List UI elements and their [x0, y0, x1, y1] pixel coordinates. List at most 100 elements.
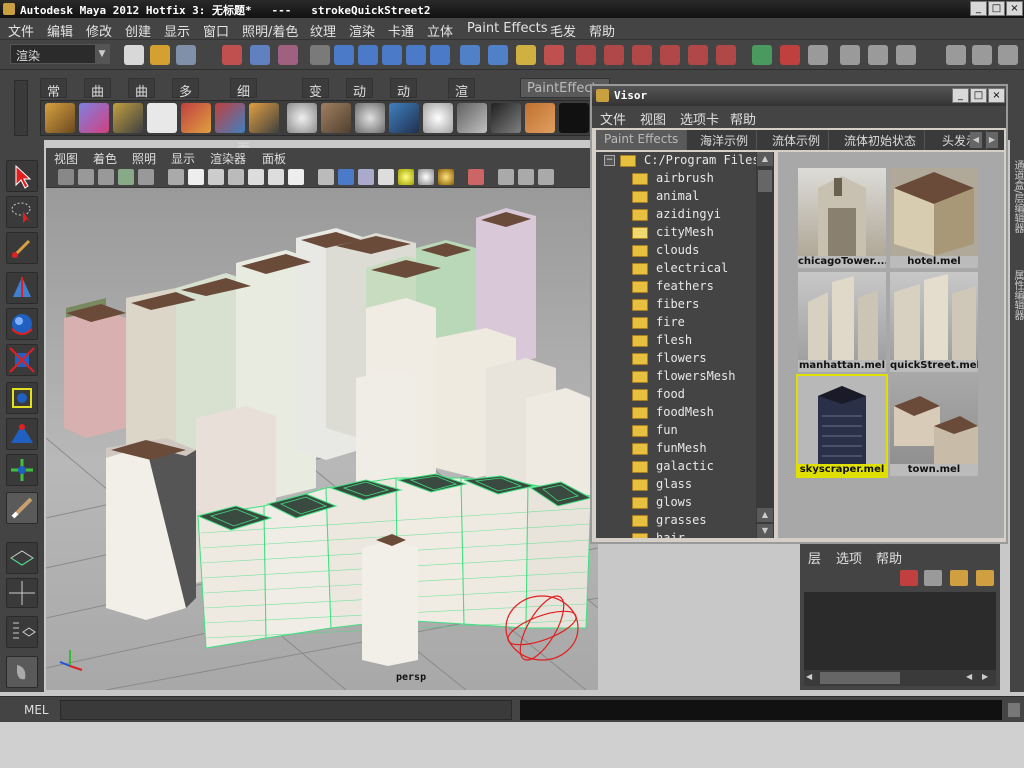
select-hierarchy-icon[interactable] [222, 45, 242, 65]
default-light-icon[interactable] [398, 169, 414, 185]
scale-tool-icon[interactable] [6, 344, 38, 376]
shelf-tab-rendering[interactable]: 渲染 [448, 78, 476, 119]
rotate-tool-icon[interactable] [6, 308, 38, 340]
thumbnail-town[interactable]: town.mel [890, 376, 978, 476]
render-view-icon[interactable] [660, 45, 680, 65]
curve-brush-icon[interactable] [181, 103, 211, 133]
folder-item[interactable]: grasses [596, 512, 756, 530]
visor-menu-help[interactable]: 帮助 [730, 109, 756, 128]
folder-item[interactable]: clouds [596, 242, 756, 260]
minimize-icon[interactable]: _ [952, 88, 969, 103]
paint-select-tool-icon[interactable] [6, 232, 38, 264]
new-layer-icon[interactable] [900, 570, 918, 586]
mask-icon[interactable] [310, 45, 330, 65]
soft-mod-tool-icon[interactable] [6, 418, 38, 450]
shelf-tab-general[interactable]: 常规 [40, 78, 68, 119]
menu-render[interactable]: 渲染 [349, 21, 375, 40]
move-layer-up-icon[interactable] [950, 570, 968, 586]
menu-display[interactable]: 显示 [164, 21, 190, 40]
thumbnail-skyscraper[interactable]: skyscraper.mel [796, 374, 888, 478]
scroll-up-icon[interactable]: ▲ [757, 508, 773, 522]
perspective-viewport[interactable]: persp [46, 188, 598, 690]
command-language-label[interactable]: MEL [24, 703, 49, 717]
folder-item[interactable]: fibers [596, 296, 756, 314]
scroll-left-icon[interactable]: ◀ [966, 672, 978, 684]
layer-horizontal-scrollbar[interactable]: ◀ ◀ ▶ [804, 670, 996, 686]
isolate-select-icon[interactable] [468, 169, 484, 185]
tree-scrollbar[interactable]: ▲ ▲ ▼ [756, 152, 774, 538]
input-line-icon[interactable] [752, 45, 772, 65]
image-plane-icon[interactable] [118, 169, 134, 185]
bookmarks-icon[interactable] [98, 169, 114, 185]
safe-action-icon[interactable] [268, 169, 284, 185]
last-tool-brush-icon[interactable] [6, 492, 38, 524]
folder-item[interactable]: hair [596, 530, 756, 538]
curve-brush-3-icon[interactable] [249, 103, 279, 133]
snap-view-plane-icon[interactable] [406, 45, 426, 65]
ipr-render-icon[interactable] [576, 45, 596, 65]
menu-create[interactable]: 创建 [125, 21, 151, 40]
folder-item[interactable]: funMesh [596, 440, 756, 458]
tab-channel-box[interactable]: 通道盒/层编辑器 [1010, 160, 1024, 233]
all-lights-icon[interactable] [418, 169, 434, 185]
visor-tab-fluid-examples[interactable]: 流体示例 [764, 130, 830, 150]
viewport-menu-panels[interactable]: 面板 [262, 150, 286, 167]
history-icon[interactable] [460, 45, 480, 65]
layer-menu-layers[interactable]: 层 [808, 548, 821, 567]
command-input[interactable] [60, 700, 512, 720]
menu-modify[interactable]: 修改 [86, 21, 112, 40]
viewport-menu-view[interactable]: 视图 [54, 150, 78, 167]
select-component-icon[interactable] [278, 45, 298, 65]
resolution-gate-icon[interactable] [208, 169, 224, 185]
shelf-tab-curves[interactable]: 曲线 [84, 78, 112, 119]
teapot-icon[interactable] [287, 103, 317, 133]
select-tool-icon[interactable] [6, 160, 38, 192]
thumbnail-hotel[interactable]: hotel.mel [890, 168, 978, 268]
visor-tab-fluid-initial-states[interactable]: 流体初始状态 [836, 130, 926, 150]
folder-item[interactable]: animal [596, 188, 756, 206]
panel-layout-icon[interactable] [998, 45, 1018, 65]
pattern-icon[interactable] [559, 103, 589, 133]
sidebar-toggle-icon[interactable] [780, 45, 800, 65]
smooth-shade-icon[interactable] [338, 169, 354, 185]
viewport-menu-renderer[interactable]: 渲染器 [210, 150, 246, 167]
shadows-icon[interactable] [438, 169, 454, 185]
layer-menu-options[interactable]: 选项 [836, 548, 862, 567]
visor-menu-view[interactable]: 视图 [640, 109, 666, 128]
folder-item[interactable]: flowers [596, 350, 756, 368]
folder-item[interactable]: airbrush [596, 170, 756, 188]
script-editor-icon[interactable] [1008, 703, 1020, 717]
snap-live-icon[interactable] [430, 45, 450, 65]
lasso-tool-icon[interactable] [6, 196, 38, 228]
move-layer-down-icon[interactable] [976, 570, 994, 586]
pebbles-icon[interactable] [355, 103, 385, 133]
field-chart-icon[interactable] [248, 169, 264, 185]
help-line-icon[interactable] [516, 45, 536, 65]
shelf-menu-icon[interactable] [14, 80, 28, 136]
layer-menu-help[interactable]: 帮助 [876, 548, 902, 567]
visor-title-bar[interactable]: Visor _ □ × [592, 86, 1006, 106]
open-scene-icon[interactable] [150, 45, 170, 65]
move-tool-icon[interactable] [6, 272, 38, 304]
visor-menu-tabs[interactable]: 选项卡 [680, 109, 719, 128]
folder-item[interactable]: fire [596, 314, 756, 332]
thumbnail-manhattan[interactable]: manhattan.mel [798, 272, 886, 372]
single-perspective-layout-icon[interactable] [6, 542, 38, 574]
scroll-right-icon[interactable]: ▶ [982, 672, 994, 684]
camera-select-icon[interactable] [58, 169, 74, 185]
scroll-down-icon[interactable]: ▼ [757, 524, 773, 538]
render-layer-icon[interactable] [688, 45, 708, 65]
shelf-tab-animation[interactable]: 动画 [346, 78, 374, 119]
new-layer-selected-icon[interactable] [924, 570, 942, 586]
folder-item[interactable]: galactic [596, 458, 756, 476]
universal-manipulator-icon[interactable] [6, 382, 38, 414]
camera-attributes-icon[interactable] [78, 169, 94, 185]
maximize-icon[interactable]: □ [970, 88, 987, 103]
curve-brush-2-icon[interactable] [215, 103, 245, 133]
lighting-icon[interactable] [716, 45, 736, 65]
visor-tab-ocean-examples[interactable]: 海洋示例 [692, 130, 758, 150]
viewport-menu-show[interactable]: 显示 [171, 150, 195, 167]
menu-file[interactable]: 文件 [8, 21, 34, 40]
minimize-icon[interactable]: _ [970, 1, 987, 16]
layer-list[interactable] [804, 592, 996, 670]
